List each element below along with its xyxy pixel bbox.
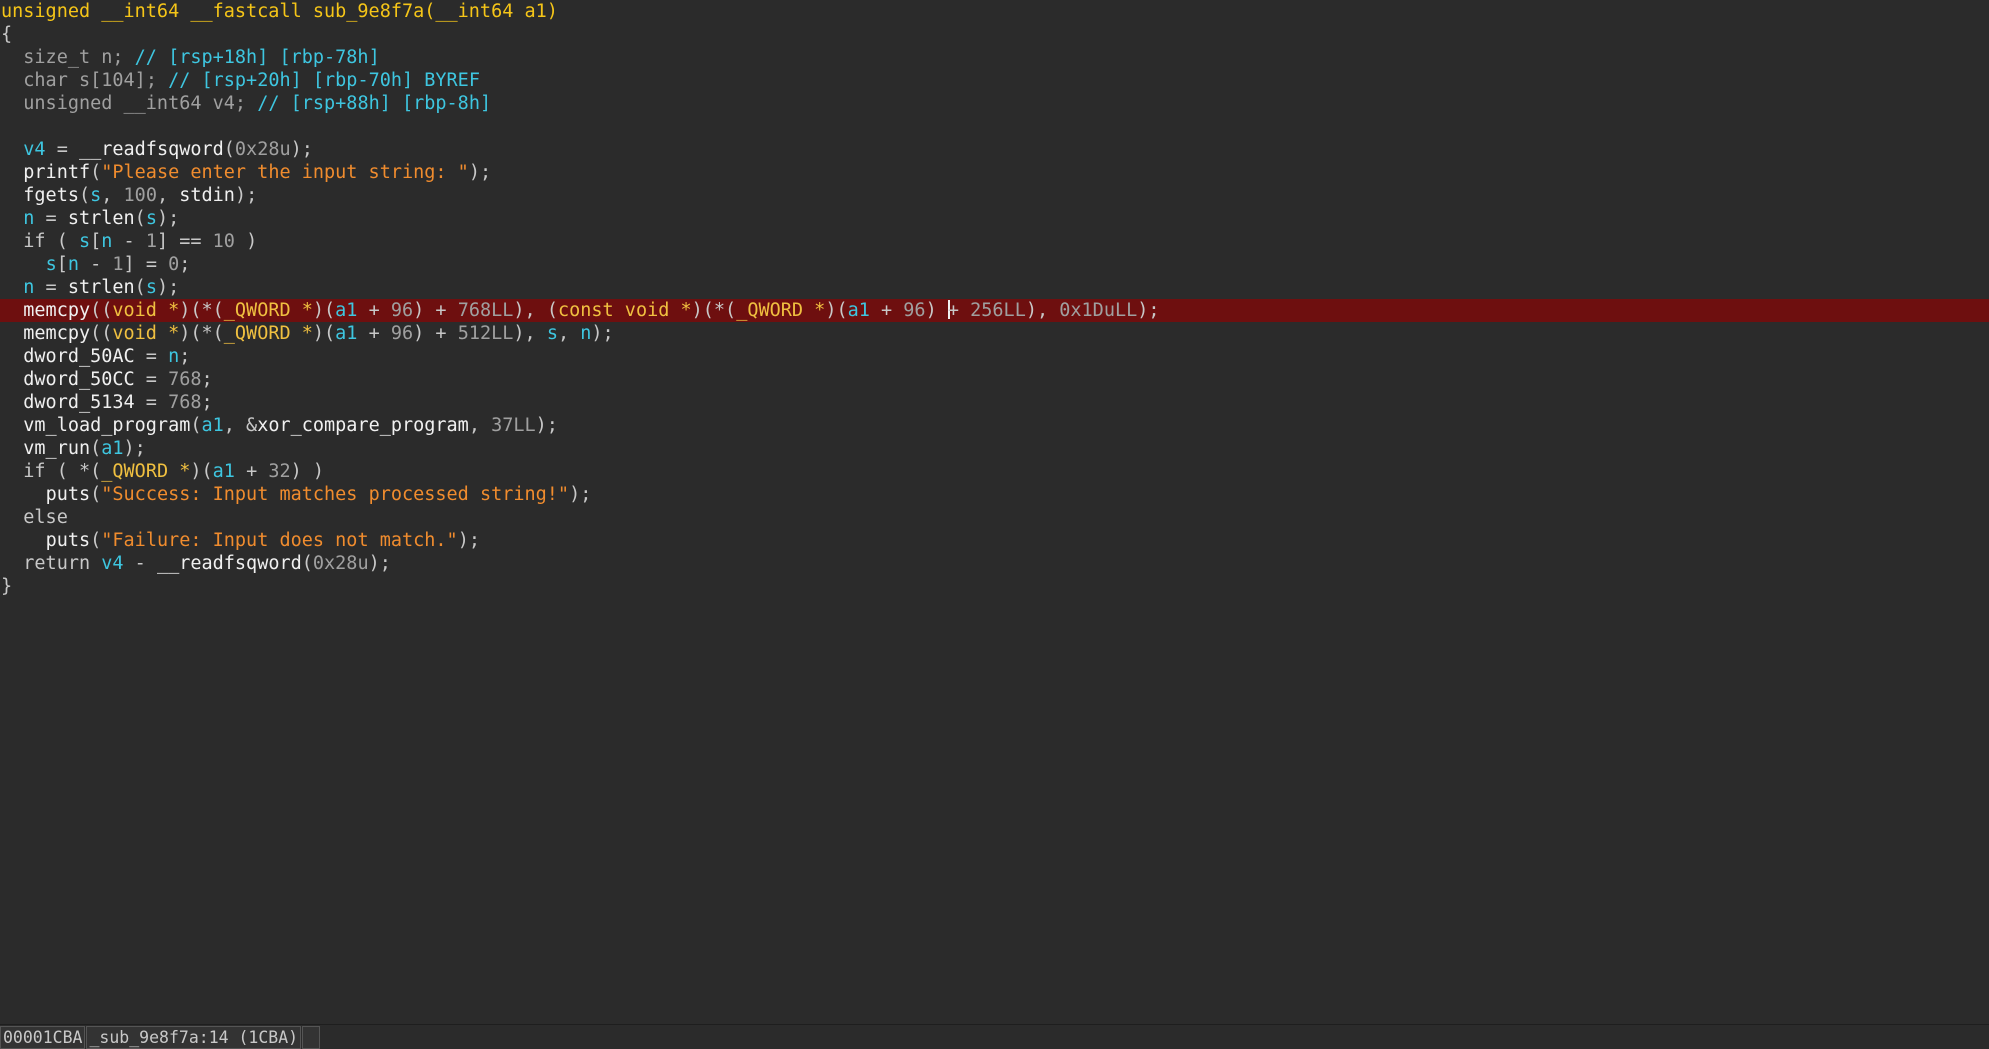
decl-name[interactable]: s[104] [79,70,146,91]
function-signature[interactable]: unsigned __int64 __fastcall sub_9e8f7a(_… [1,1,558,22]
code-line[interactable]: s[n - 1] = 0; [0,253,1989,276]
decl-comment: // [rsp+88h] [rbp-8h] [257,93,492,114]
status-location: _sub_9e8f7a:14 (1CBA) [86,1026,302,1049]
code-line[interactable]: v4 = __readfsqword(0x28u); [0,138,1989,161]
code-line[interactable]: puts("Failure: Input does not match."); [0,529,1989,552]
code-line-close-brace: } [0,575,1989,598]
code-line[interactable]: vm_load_program(a1, &xor_compare_program… [0,414,1989,437]
decl-type: unsigned __int64 [23,93,202,114]
decl-name[interactable]: v4 [213,93,235,114]
code-line-decl-s[interactable]: char s[104]; // [rsp+20h] [rbp-70h] BYRE… [0,69,1989,92]
code-line[interactable]: return v4 - __readfsqword(0x28u); [0,552,1989,575]
status-extra [302,1026,321,1049]
text-cursor [947,300,950,319]
code-line-signature[interactable]: unsigned __int64 __fastcall sub_9e8f7a(_… [0,0,1989,23]
code-line[interactable]: dword_50AC = n; [0,345,1989,368]
code-line[interactable]: memcpy((void *)(*(_QWORD *)(a1 + 96) + 5… [0,322,1989,345]
code-line[interactable]: if ( *(_QWORD *)(a1 + 32) ) [0,460,1989,483]
decl-type: char [23,70,68,91]
code-line[interactable]: printf("Please enter the input string: "… [0,161,1989,184]
open-brace: { [1,24,13,45]
string-literal[interactable]: "Please enter the input string: " [101,162,469,183]
status-address: 00001CBA [0,1026,86,1049]
code-line-open-brace[interactable]: { [0,23,1989,46]
code-line-decl-v4[interactable]: unsigned __int64 v4; // [rsp+88h] [rbp-8… [0,92,1989,115]
code-line-highlighted[interactable]: memcpy((void *)(*(_QWORD *)(a1 + 96) + 7… [0,299,1989,322]
code-line[interactable]: if ( s[n - 1] == 10 ) [0,230,1989,253]
code-line[interactable]: n = strlen(s); [0,207,1989,230]
code-line[interactable]: vm_run(a1); [0,437,1989,460]
close-brace: } [1,576,13,597]
code-line[interactable]: puts("Success: Input matches processed s… [0,483,1989,506]
decl-name[interactable]: n [101,47,112,68]
pseudocode-view[interactable]: unsigned __int64 __fastcall sub_9e8f7a(_… [0,0,1989,1022]
string-literal[interactable]: "Success: Input matches processed string… [101,484,569,505]
decl-type: size_t [23,47,91,68]
string-literal[interactable]: "Failure: Input does not match." [101,530,457,551]
code-line[interactable]: dword_5134 = 768; [0,391,1989,414]
decl-comment: // [rsp+20h] [rbp-70h] BYREF [168,70,480,91]
status-bar: 00001CBA _sub_9e8f7a:14 (1CBA) [0,1024,1989,1049]
code-line[interactable]: fgets(s, 100, stdin); [0,184,1989,207]
code-line-decl-n[interactable]: size_t n; // [rsp+18h] [rbp-78h] [0,46,1989,69]
decl-comment: // [rsp+18h] [rbp-78h] [134,47,380,68]
code-line[interactable]: dword_50CC = 768; [0,368,1989,391]
code-line[interactable]: else [0,506,1989,529]
code-line[interactable]: n = strlen(s); [0,276,1989,299]
